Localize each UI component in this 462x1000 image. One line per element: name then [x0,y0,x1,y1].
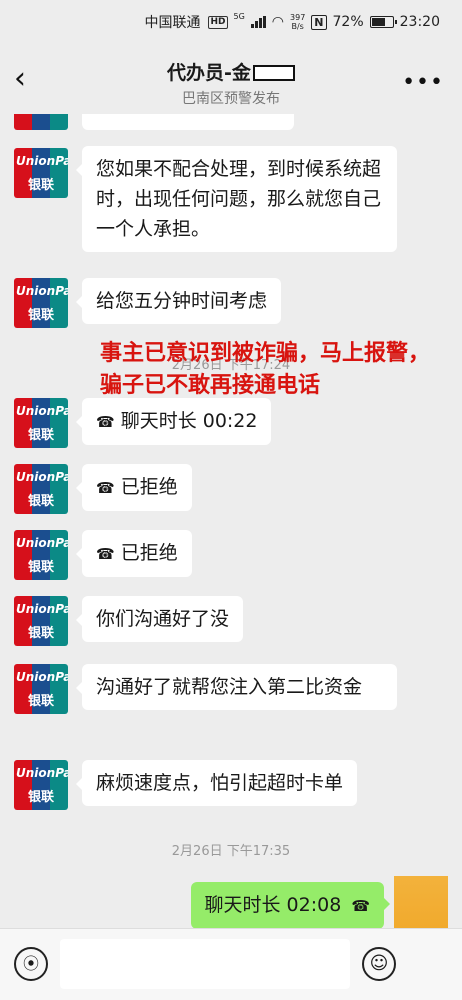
avatar-logo-text: UnionPay [16,284,68,298]
battery-percent: 72% [332,14,364,30]
avatar-logo-text: UnionPay [16,536,68,550]
avatar[interactable]: UnionPay 银联 [14,398,68,448]
partial-message-bubble [82,114,294,130]
message-input[interactable] [60,939,350,989]
network-speed: 397 B/s [290,13,305,31]
avatar-logo-text: 银联 [28,494,55,509]
avatar-logo-text: UnionPay [16,670,68,684]
status-bar: 中国联通 HD 5G ◠ 397 B/s N 72% 23:20 [0,0,462,44]
more-icon[interactable]: ••• [402,70,444,95]
phone-icon: ☎ [96,479,115,497]
phone-icon: ☎ [96,545,115,563]
input-bar: ⦿ ☺ [0,928,462,1000]
avatar[interactable]: UnionPay 银联 [14,148,68,198]
nfc-icon: N [311,14,327,30]
warning-annotation: 事主已意识到被诈骗，马上报警，骗子已不敢再接通电话 [100,341,431,398]
timestamp: 2月26日 下午17:35 [171,844,291,859]
avatar-logo-text: UnionPay [16,766,68,780]
avatar-logo-text: 银联 [28,178,55,193]
battery-icon [369,16,397,28]
message-text: 已拒绝 [120,476,178,498]
message-bubble[interactable]: 麻烦速度点，怕引起超时卡单 [75,760,358,806]
wifi-icon: ◠ [271,14,285,30]
avatar[interactable]: UnionPay 银联 [14,278,68,328]
avatar-logo-text: 银联 [28,694,55,709]
message-text: 给您五分钟时间考虑 [96,290,268,312]
clock: 23:20 [399,14,440,30]
avatar-logo-text: 银联 [28,626,55,641]
call-record-bubble[interactable]: ☎ 聊天时长 00:22 [75,398,272,445]
phone-icon: ☎ [96,413,115,431]
emoji-icon[interactable]: ☺ [362,947,396,981]
voice-icon[interactable]: ⦿ [14,947,48,981]
redaction-box [252,65,295,81]
my-call-record-bubble[interactable]: 聊天时长 02:08 ☎ [190,882,391,928]
message-text: 麻烦速度点，怕引起超时卡单 [96,772,344,794]
avatar-logo-text: UnionPay [16,404,68,418]
chat-title: 代办员-金 [0,58,462,85]
message-bubble[interactable]: 沟通好了就帮您注入第二比资金 [76,664,397,710]
avatar-logo-text: 银联 [28,560,55,575]
my-avatar[interactable] [394,876,448,928]
phone-icon: ☎ [351,897,370,915]
speed-unit: B/s [291,22,304,31]
hd-icon: HD [208,15,228,29]
avatar-logo-text: 银联 [28,428,55,443]
chat-subtitle: 巴南区预警发布 [182,91,280,107]
signal-icon [250,16,266,28]
message-text: 沟通好了就帮您注入第二比资金 [96,676,363,698]
message-text: 您如果不配合处理，到时候系统超时，出现任何问题，那么就您自己一个人承担。 [96,158,382,240]
avatar[interactable]: UnionPay 银联 [14,530,68,580]
avatar-logo-text: 银联 [28,790,55,805]
message-text: 聊天时长 02:08 [204,894,342,916]
message-bubble[interactable]: 您如果不配合处理，到时候系统超时，出现任何问题，那么就您自己一个人承担。 [76,146,397,252]
avatar[interactable]: UnionPay 银联 [14,596,68,646]
avatar[interactable]: UnionPay 银联 [14,464,68,514]
message-text: 聊天时长 00:22 [120,410,258,432]
chat-area[interactable]: UnionPay 银联 您如果不配合处理，到时候系统超时，出现任何问题，那么就您… [0,114,462,928]
call-record-bubble[interactable]: ☎ 已拒绝 [76,530,192,577]
network-type: 5G [233,12,245,21]
avatar-logo-text: 银联 [28,308,55,323]
message-bubble[interactable]: 给您五分钟时间考虑 [75,278,282,324]
message-text: 已拒绝 [120,542,178,564]
avatar [14,114,68,130]
avatar-logo-text: UnionPay [16,602,68,616]
message-text: 你们沟通好了没 [96,608,230,630]
chat-header: ‹ 代办员-金 巴南区预警发布 ••• [0,44,462,114]
avatar[interactable]: UnionPay 银联 [14,760,68,810]
call-record-bubble[interactable]: ☎ 已拒绝 [76,464,192,511]
avatar-logo-text: UnionPay [16,470,68,484]
speed-value: 397 [290,13,306,22]
carrier-name: 中国联通 [144,15,201,31]
chat-title-text: 代办员-金 [167,62,251,84]
message-bubble[interactable]: 你们沟通好了没 [75,596,244,642]
avatar-logo-text: UnionPay [16,154,68,168]
avatar[interactable]: UnionPay 银联 [14,664,68,714]
